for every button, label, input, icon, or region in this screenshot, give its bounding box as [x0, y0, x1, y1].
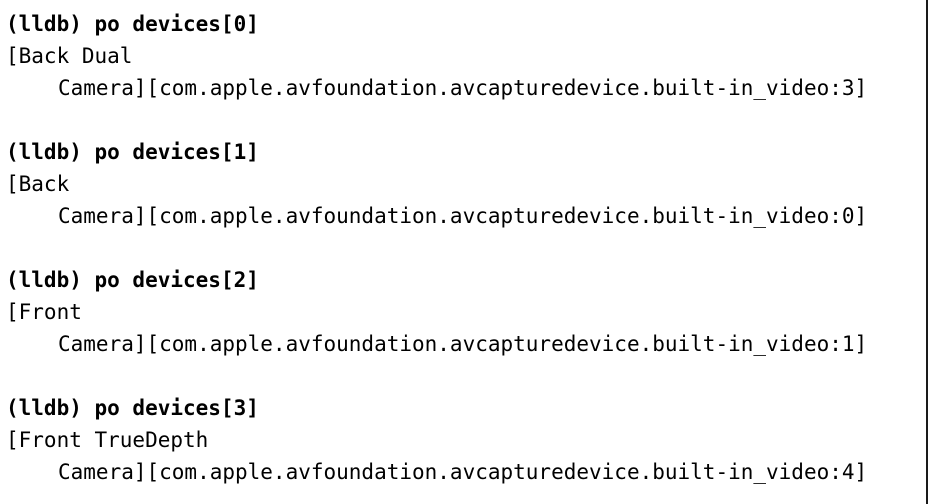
lldb-command-line: (lldb) po devices[0] [6, 12, 259, 36]
lldb-command-line: (lldb) po devices[2] [6, 268, 259, 292]
console-entry: (lldb) po devices[3] [Front TrueDepth Ca… [6, 392, 926, 488]
lldb-command-line: (lldb) po devices[3] [6, 396, 259, 420]
output-line: [Front TrueDepth [6, 428, 209, 452]
output-line-continuation: Camera][com.apple.avfoundation.avcapture… [58, 332, 868, 356]
lldb-console-output: (lldb) po devices[0] [Back Dual Camera][… [0, 0, 928, 504]
output-line: [Back Dual [6, 44, 133, 68]
console-entry: (lldb) po devices[2] [Front Camera][com.… [6, 264, 926, 360]
output-line: [Front [6, 300, 82, 324]
output-line-continuation: Camera][com.apple.avfoundation.avcapture… [58, 460, 868, 484]
console-entry: (lldb) po devices[0] [Back Dual Camera][… [6, 8, 926, 104]
console-entry: (lldb) po devices[1] [Back Camera][com.a… [6, 136, 926, 232]
lldb-command-line: (lldb) po devices[1] [6, 140, 259, 164]
output-line-continuation: Camera][com.apple.avfoundation.avcapture… [58, 76, 868, 100]
output-line-continuation: Camera][com.apple.avfoundation.avcapture… [58, 204, 868, 228]
output-line: [Back [6, 172, 70, 196]
